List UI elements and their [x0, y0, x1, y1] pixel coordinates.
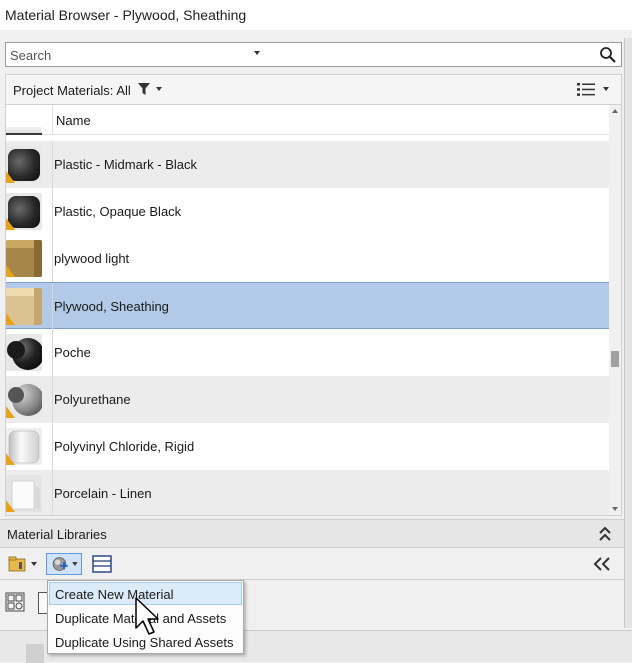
warning-icon — [6, 406, 15, 418]
material-list: Name Plastic - Midmark - Black Plastic, … — [5, 104, 622, 516]
material-row[interactable]: Polyurethane — [6, 376, 611, 423]
window-title: Material Browser - Plywood, Sheathing — [0, 0, 632, 30]
material-name: plywood light — [54, 251, 130, 266]
material-name: Porcelain - Linen — [54, 486, 152, 501]
material-name: Plastic, Opaque Black — [54, 204, 182, 219]
funnel-filter-icon[interactable] — [138, 83, 150, 96]
material-row[interactable]: plywood light — [6, 235, 611, 282]
black-sphere-thumbnail — [6, 334, 42, 371]
material-row[interactable]: Polyvinyl Chloride, Rigid — [6, 423, 611, 470]
material-name: Polyurethane — [54, 392, 131, 407]
filter-dropdown-caret-icon[interactable] — [156, 87, 162, 91]
right-panel-edge — [624, 38, 632, 628]
search-input[interactable] — [6, 43, 586, 66]
material-row[interactable]: Porcelain - Linen — [6, 470, 611, 515]
search-box[interactable] — [5, 42, 622, 67]
material-name: Plywood, Sheathing — [54, 299, 169, 314]
warning-icon — [6, 265, 15, 277]
warning-icon — [6, 171, 15, 183]
name-column-header[interactable]: Name — [56, 113, 91, 128]
material-row-selected[interactable]: Plywood, Sheathing — [6, 282, 611, 330]
material-rows: Plastic - Midmark - Black Plastic, Opaqu… — [6, 141, 611, 515]
material-row[interactable]: Poche — [6, 329, 611, 376]
project-materials-filter-label[interactable]: Project Materials: All — [13, 83, 131, 98]
library-toolbar — [0, 548, 624, 580]
scroll-up-arrow-icon[interactable] — [612, 109, 618, 113]
material-row[interactable]: Plastic, Opaque Black — [6, 188, 611, 235]
material-row[interactable]: Plastic - Midmark - Black — [6, 141, 611, 188]
dropdown-caret-icon[interactable] — [254, 51, 260, 55]
material-editor-icon[interactable] — [5, 592, 25, 612]
material-libraries-header: Material Libraries — [0, 519, 624, 548]
scroll-thumb[interactable] — [611, 351, 619, 367]
material-name: Plastic - Midmark - Black — [54, 157, 198, 172]
partial-thumbnail — [6, 127, 42, 135]
view-options-caret-icon[interactable] — [603, 87, 609, 91]
filter-bar: Project Materials: All — [5, 74, 622, 104]
material-name: Polyvinyl Chloride, Rigid — [54, 439, 195, 454]
warning-icon — [6, 500, 15, 512]
open-library-icon[interactable] — [6, 553, 40, 575]
search-icon[interactable] — [599, 46, 617, 64]
warning-icon — [6, 313, 15, 325]
warning-icon — [6, 453, 15, 465]
list-view-icon[interactable] — [577, 82, 595, 97]
collapse-left-icon[interactable] — [592, 553, 612, 575]
warning-icon — [6, 218, 15, 230]
collapse-up-icon[interactable] — [598, 526, 612, 542]
footer-control[interactable] — [26, 644, 44, 663]
panel-toggle-icon[interactable] — [90, 553, 114, 575]
material-name: Poche — [54, 345, 91, 360]
list-scrollbar[interactable] — [609, 105, 621, 515]
material-libraries-label: Material Libraries — [7, 527, 107, 542]
mouse-pointer-icon — [135, 597, 159, 635]
create-material-icon[interactable] — [46, 553, 82, 575]
scroll-down-arrow-icon[interactable] — [612, 507, 618, 511]
column-header: Name — [6, 105, 611, 135]
